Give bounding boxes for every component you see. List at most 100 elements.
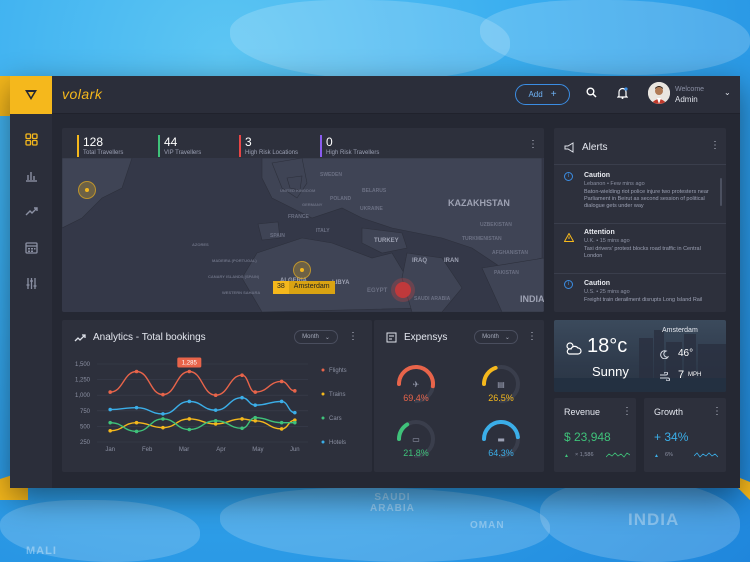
logo[interactable]: [10, 76, 52, 114]
month-filter[interactable]: Month ⌄: [474, 330, 518, 344]
data-point: [293, 389, 297, 393]
sparkline: [606, 452, 630, 458]
sidebar-item-settings[interactable]: [22, 274, 40, 292]
map-label: LIBYA: [332, 280, 350, 286]
alert-place: U.K.: [584, 238, 595, 244]
alert-place: U.S.: [584, 289, 595, 295]
alert-text: Taxi drivers' protest blocks road traffi…: [584, 246, 701, 259]
x-tick-label: May: [252, 447, 263, 453]
sidebar-item-trends[interactable]: [22, 202, 40, 220]
alert-meta: U.K. • 15 mins ago: [584, 238, 630, 244]
calendar-icon: [24, 241, 38, 254]
map-label: INDIA: [520, 294, 544, 304]
data-point: [108, 390, 112, 394]
map-label: FRANCE: [288, 214, 309, 220]
top-bar: volark Add + Welcome Admin ⌄: [10, 76, 740, 114]
data-point: [161, 417, 165, 421]
user-greeting[interactable]: Welcome Admin: [675, 85, 704, 106]
data-point: [187, 399, 192, 404]
data-point: [253, 415, 258, 420]
y-tick-label: 750: [80, 409, 91, 415]
x-tick-label: Feb: [142, 447, 153, 453]
map-label: PAKISTAN: [494, 270, 519, 276]
more-options-icon[interactable]: ⋮: [528, 140, 538, 150]
chevron-down-icon[interactable]: ⌄: [724, 88, 731, 97]
trend-icon: [74, 334, 86, 342]
stat-label: High Risk Travellers: [326, 150, 380, 156]
map-label: UKRAINE: [360, 206, 383, 212]
receipt-icon: [386, 332, 397, 343]
data-point: [161, 392, 165, 397]
data-point: [187, 369, 192, 374]
scrollbar[interactable]: [720, 178, 722, 206]
more-options-icon[interactable]: ⋮: [712, 407, 722, 417]
logo-icon: [25, 90, 37, 100]
month-filter[interactable]: Month ⌄: [294, 330, 338, 344]
stat-label: VIP Travellers: [164, 150, 202, 156]
up-arrow-icon: ▲: [654, 453, 659, 459]
sidebar-item-dashboard[interactable]: [22, 130, 40, 148]
alerts-card: Alerts ⋮ i Caution Lebanon • Few mins ag…: [554, 128, 726, 312]
bell-icon[interactable]: [616, 87, 629, 102]
travel-map-card: 128 Total Travellers 44 VIP Travellers 3…: [62, 128, 544, 312]
sidebar: [10, 114, 52, 488]
expense-value: 69.4%: [403, 393, 429, 403]
weather-humidity: 46°: [678, 348, 694, 359]
more-options-icon[interactable]: ⋮: [348, 332, 358, 342]
brand-name: volark: [62, 86, 103, 102]
data-point: [240, 417, 244, 421]
expense-value: 26.5%: [488, 393, 514, 403]
data-point: [134, 405, 139, 410]
data-point: [187, 417, 192, 421]
map-label: UZBEKISTAN: [480, 222, 512, 228]
data-point: [213, 418, 218, 423]
data-point: [108, 407, 112, 412]
stat-value: 44: [164, 135, 178, 149]
growth-card: Growth ⋮ + 34% ▲ 6%: [644, 398, 726, 472]
map-label: KAZAKHSTAN: [448, 198, 510, 208]
bg-label-mali: MALI: [26, 545, 57, 557]
x-tick-label: Mar: [179, 447, 189, 453]
risk-marker[interactable]: [395, 282, 411, 298]
y-tick-label: 1,500: [75, 362, 91, 368]
sliders-icon: [26, 277, 36, 289]
search-icon[interactable]: [586, 87, 597, 101]
traveller-marker[interactable]: [293, 261, 311, 279]
traveller-marker[interactable]: [78, 181, 96, 199]
bed-icon: ▬: [497, 435, 505, 444]
alert-meta: Lebanon • Few mins ago: [584, 181, 645, 187]
bg-label-oman: OMAN: [470, 520, 505, 531]
legend-label: Cars: [329, 416, 342, 422]
megaphone-icon: [564, 142, 574, 153]
partly-cloudy-icon: [566, 342, 582, 355]
x-tick-label: Apr: [216, 447, 225, 453]
welcome-text: Welcome: [675, 86, 705, 93]
series-line-hotels: [110, 396, 295, 415]
map-label: AFGHANISTAN: [492, 250, 529, 256]
plus-icon: +: [550, 89, 557, 100]
data-point: [134, 420, 139, 425]
data-point: [187, 427, 192, 432]
legend-label: Hotels: [329, 440, 346, 446]
alert-time: 15 mins ago: [599, 238, 630, 244]
add-button[interactable]: Add +: [515, 84, 570, 105]
wind-unit: MPH: [688, 372, 702, 378]
map-label: CANARY ISLANDS (SPAIN): [208, 274, 260, 279]
legend-marker: [321, 368, 325, 372]
more-options-icon[interactable]: ⋮: [527, 332, 537, 342]
sidebar-item-reports[interactable]: [22, 166, 40, 184]
avatar[interactable]: [648, 82, 670, 104]
data-point: [279, 399, 284, 404]
data-point: [253, 390, 258, 394]
data-point: [213, 422, 218, 426]
legend-marker: [321, 416, 325, 420]
more-options-icon[interactable]: ⋮: [622, 407, 632, 417]
world-map[interactable]: KAZAKHSTAN TURKEY IRAQ IRAN ALGERIA LIBY…: [62, 158, 544, 312]
weather-temp: 18°c: [587, 335, 628, 357]
weather-backdrop: [554, 330, 726, 392]
sidebar-item-calendar[interactable]: [22, 238, 40, 256]
location-tag[interactable]: 38 Amsterdam: [273, 281, 335, 294]
map-label: TURKEY: [374, 238, 399, 244]
more-options-icon[interactable]: ⋮: [710, 141, 720, 151]
y-tick-label: 1,250: [75, 378, 91, 384]
